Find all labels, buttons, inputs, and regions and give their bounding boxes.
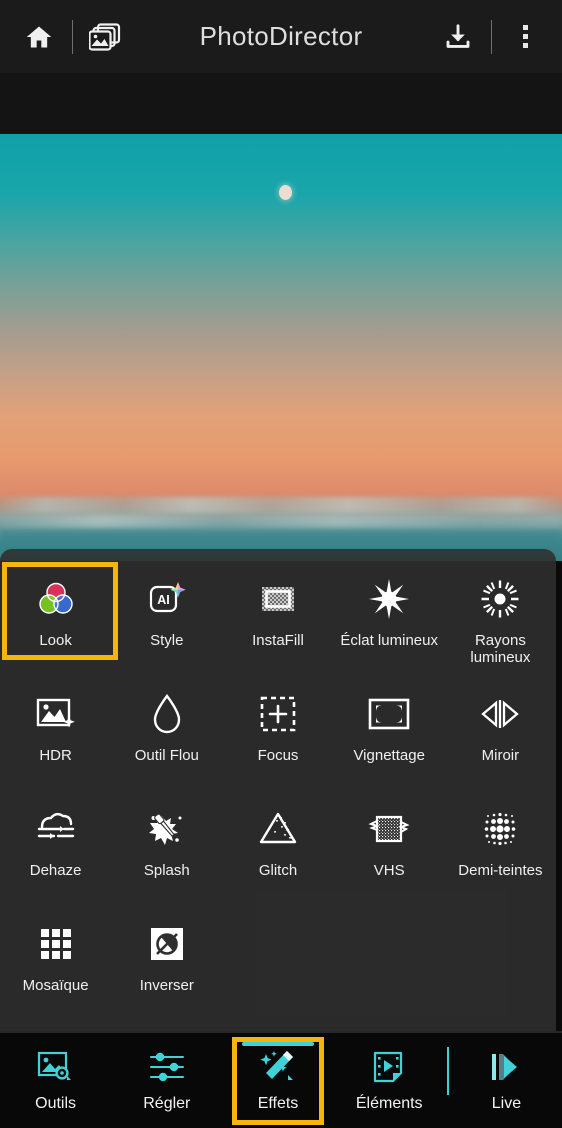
- effect-item-demi-teintes[interactable]: Demi-teintes: [445, 789, 556, 904]
- effect-label: Style: [150, 632, 184, 649]
- light-rays-icon: [477, 576, 523, 622]
- effect-label: Mosaïque: [22, 977, 89, 994]
- vhs-noise-icon: [366, 806, 412, 852]
- effect-item-focus[interactable]: Focus: [222, 674, 333, 789]
- effects-grid: Look AI Style InstaFill Éclat lumineux R…: [0, 549, 556, 1019]
- effect-label: Splash: [143, 862, 190, 879]
- glitch-triangle-icon: [255, 806, 301, 852]
- nav-label: Outils: [35, 1095, 77, 1112]
- cloud-band-2: [0, 515, 562, 528]
- effect-cell-empty-1: [222, 904, 333, 1019]
- focus-crosshair-icon: [255, 691, 301, 737]
- effect-item-eclat-lumineux[interactable]: Éclat lumineux: [334, 559, 445, 674]
- mosaic-grid-icon: [33, 921, 79, 967]
- mirror-icon: [477, 691, 523, 737]
- live-play-icon: [484, 1046, 528, 1088]
- nav-label: Live: [491, 1095, 522, 1112]
- effect-label: Miroir: [481, 747, 520, 764]
- starburst-icon: [366, 576, 412, 622]
- effect-label: Vignettage: [353, 747, 425, 764]
- photo-canvas[interactable]: [0, 134, 562, 561]
- effect-item-dehaze[interactable]: Dehaze: [0, 789, 111, 904]
- effect-label: Inverser: [139, 977, 194, 994]
- effect-label: Look: [39, 632, 72, 649]
- sliders-icon: [145, 1046, 189, 1088]
- magic-wand-icon: [256, 1046, 300, 1088]
- image-gear-icon: [34, 1046, 78, 1088]
- effect-label: Rayons lumineux: [470, 632, 531, 666]
- effect-label: Demi-teintes: [458, 862, 543, 879]
- effect-item-style[interactable]: AI Style: [111, 559, 222, 674]
- invert-icon: [144, 921, 190, 967]
- more-dots: [522, 25, 528, 48]
- sticker-film-icon: [367, 1046, 411, 1088]
- ai-badge-icon: AI: [144, 576, 190, 622]
- splash-eyedropper-icon: [144, 806, 190, 852]
- effect-item-inverser[interactable]: Inverser: [111, 904, 222, 1019]
- nav-label: Régler: [143, 1095, 191, 1112]
- effect-label: Glitch: [258, 862, 298, 879]
- more-vertical-icon[interactable]: [502, 14, 548, 60]
- header-left-group: [0, 14, 129, 60]
- nav-active-indicator: [242, 1042, 314, 1046]
- header-divider-2: [491, 19, 492, 54]
- effect-item-instafill[interactable]: InstaFill: [222, 559, 333, 674]
- nav-item-effets[interactable]: Effets: [222, 1031, 333, 1128]
- moon-icon: [279, 185, 292, 200]
- effect-label: Dehaze: [29, 862, 82, 879]
- header-right-group: [435, 0, 548, 73]
- header-spacer: [0, 73, 562, 134]
- nav-label: Effets: [257, 1095, 299, 1112]
- effect-label: Focus: [257, 747, 299, 764]
- header-divider: [72, 19, 73, 54]
- svg-text:AI: AI: [157, 593, 170, 607]
- hdr-photo-icon: [33, 691, 79, 737]
- water-drop-icon: [144, 691, 190, 737]
- nav-item-elements[interactable]: Éléments: [334, 1031, 445, 1128]
- effect-label: InstaFill: [252, 632, 304, 649]
- bottom-navigation: Outils Régler Effets Éléments Live: [0, 1031, 562, 1128]
- nav-item-outils[interactable]: Outils: [0, 1031, 111, 1128]
- nav-divider: [446, 1046, 449, 1095]
- halftone-dots-icon: [477, 806, 523, 852]
- gallery-stack-icon[interactable]: [83, 14, 129, 60]
- effect-item-miroir[interactable]: Miroir: [445, 674, 556, 789]
- effect-label: HDR: [39, 747, 72, 764]
- effect-item-vignettage[interactable]: Vignettage: [334, 674, 445, 789]
- dehaze-cloud-icon: [33, 806, 79, 852]
- effect-item-rayons-lumineux[interactable]: Rayons lumineux: [445, 559, 556, 674]
- effect-item-mosaique[interactable]: Mosaïque: [0, 904, 111, 1019]
- effect-item-glitch[interactable]: Glitch: [222, 789, 333, 904]
- nav-label: Éléments: [355, 1095, 423, 1112]
- home-icon[interactable]: [16, 14, 62, 60]
- effect-item-vhs[interactable]: VHS: [334, 789, 445, 904]
- effect-cell-empty-2: [334, 904, 445, 1019]
- effect-label: Éclat lumineux: [340, 632, 438, 649]
- app-header: PhotoDirector: [0, 0, 562, 73]
- photodirector-app: PhotoDirector Look AI Style InstaFill Éc…: [0, 0, 562, 1128]
- download-icon[interactable]: [435, 14, 481, 60]
- effect-label: Outil Flou: [134, 747, 199, 764]
- nav-item-live[interactable]: Live: [451, 1031, 562, 1128]
- cloud-band-1: [0, 497, 562, 513]
- effect-item-splash[interactable]: Splash: [111, 789, 222, 904]
- effects-panel: Look AI Style InstaFill Éclat lumineux R…: [0, 549, 556, 1031]
- color-circles-icon: [33, 576, 79, 622]
- effect-cell-empty-3: [445, 904, 556, 1019]
- effect-item-look[interactable]: Look: [0, 559, 111, 674]
- vignette-frame-icon: [366, 691, 412, 737]
- effect-label: VHS: [373, 862, 405, 879]
- instafill-frame-icon: [255, 576, 301, 622]
- nav-item-regler[interactable]: Régler: [111, 1031, 222, 1128]
- effect-item-hdr[interactable]: HDR: [0, 674, 111, 789]
- effect-item-outil-flou[interactable]: Outil Flou: [111, 674, 222, 789]
